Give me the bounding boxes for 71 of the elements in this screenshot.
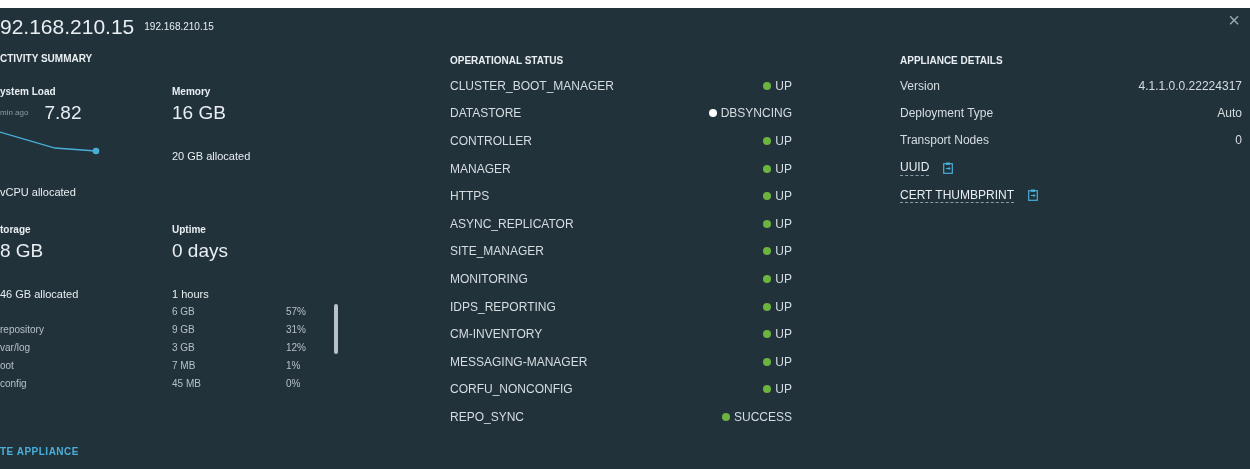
metric-label: torage — [0, 223, 32, 237]
service-status: DBSYNCING — [720, 105, 792, 123]
service-name: CONTROLLER — [450, 133, 532, 150]
detail-label: Version — [900, 77, 941, 95]
partition-name: repository — [0, 322, 45, 337]
service-name: DATASTORE — [450, 105, 522, 123]
metric-value: 0 days — [172, 239, 229, 263]
service-name: SITE_MANAGER — [450, 243, 545, 261]
timestamp: min ago — [0, 107, 29, 120]
section-heading: OPERATIONAL STATUS — [450, 53, 565, 68]
service-name: HTTPS — [450, 188, 490, 206]
field-link[interactable]: UUID — [900, 160, 930, 176]
service-name: IDPS_REPORTING — [450, 298, 556, 316]
partition-percent: 0% — [286, 376, 302, 391]
field-link[interactable]: CERT THUMBPRINT — [900, 187, 1014, 203]
partition-size: 9 GB — [172, 322, 196, 337]
service-status: SUCCESS — [734, 408, 792, 426]
service-status: UP — [775, 77, 792, 95]
service-name: CM-INVENTORY — [450, 326, 543, 344]
service-status: UP — [775, 298, 792, 316]
detail-label: Deployment Type — [900, 105, 994, 123]
partition-percent: 12% — [286, 340, 307, 355]
service-name: CORFU_NONCONFIG — [450, 381, 573, 399]
metric-note: 1 hours — [172, 286, 210, 302]
partition-size: 6 GB — [172, 304, 196, 319]
section-heading: APPLIANCE DETAILS — [900, 53, 1004, 68]
dialog-subtitle: 192.168.210.15 — [144, 19, 214, 34]
metric-value: 8 GB — [0, 239, 45, 263]
service-status: UP — [775, 326, 792, 344]
service-name: CLUSTER_BOOT_MANAGER — [450, 77, 615, 95]
service-name: ASYNC_REPLICATOR — [450, 215, 574, 233]
detail-value: 4.1.1.0.0.22224317 — [1138, 77, 1242, 95]
partition-name: var/log — [0, 340, 31, 355]
partition-size: 45 MB — [172, 376, 202, 391]
service-name: MONITORING — [450, 270, 528, 288]
service-status: UP — [775, 243, 792, 261]
service-status: UP — [775, 215, 792, 233]
copy-icon[interactable] — [943, 161, 954, 174]
service-name: MESSAGING-MANAGER — [450, 353, 588, 371]
metric-note: vCPU allocated — [0, 184, 77, 200]
partition-name: oot — [0, 358, 15, 373]
metric-note: 46 GB allocated — [0, 286, 80, 302]
delete-appliance-link[interactable]: TE APPLIANCE — [0, 444, 79, 459]
close-button[interactable]: × — [1224, 10, 1244, 30]
partition-percent: 57% — [286, 304, 307, 319]
service-status: UP — [775, 381, 792, 399]
detail-value: Auto — [1217, 105, 1242, 123]
partition-size: 3 GB — [172, 340, 196, 355]
scrollbar-thumb[interactable] — [334, 304, 338, 354]
service-status: UP — [775, 270, 792, 288]
service-status: UP — [775, 353, 792, 371]
service-name: REPO_SYNC — [450, 408, 525, 426]
metric-note: 20 GB allocated — [172, 148, 252, 164]
partition-size: 7 MB — [172, 358, 197, 373]
service-status: UP — [775, 133, 792, 150]
metric-label: ystem Load — [0, 85, 57, 99]
detail-label: Transport Nodes — [900, 132, 989, 150]
detail-value: 0 — [1235, 132, 1242, 150]
metric-value: 7.82 — [44, 101, 82, 125]
metric-label: Uptime — [172, 223, 207, 237]
partition-percent: 1% — [286, 358, 302, 373]
metric-value: 16 GB — [172, 101, 227, 125]
copy-icon[interactable] — [1028, 189, 1038, 202]
service-name: MANAGER — [450, 160, 511, 178]
dialog-title: 92.168.210.15 — [0, 15, 135, 37]
service-status: UP — [775, 160, 792, 178]
section-heading: CTIVITY SUMMARY — [0, 51, 94, 66]
partition-name: config — [0, 376, 28, 391]
metric-label: Memory — [172, 85, 212, 99]
partition-percent: 31% — [286, 322, 307, 337]
service-status: UP — [775, 188, 792, 206]
